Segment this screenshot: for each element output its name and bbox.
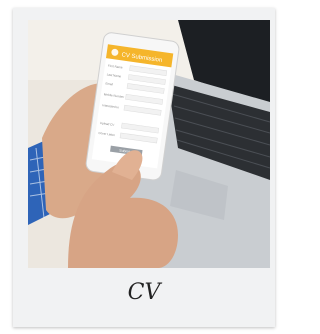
photo: CV Submission First Name Last Name Email…: [28, 20, 270, 268]
polaroid-card: CV Submission First Name Last Name Email…: [13, 8, 275, 327]
card-caption: CV: [127, 280, 161, 305]
photo-illustration: CV Submission First Name Last Name Email…: [28, 20, 270, 268]
